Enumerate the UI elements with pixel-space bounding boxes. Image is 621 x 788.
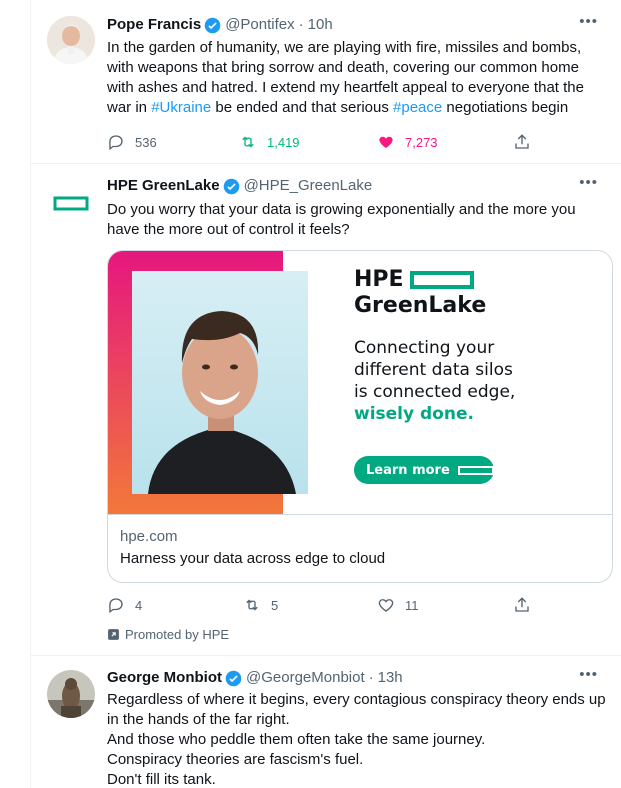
author-handle[interactable]: @Pontifex xyxy=(225,15,294,35)
ad-copy-line: different data silos xyxy=(354,360,513,380)
action-bar: 4 5 11 xyxy=(107,595,547,615)
retweet-icon xyxy=(246,599,258,611)
retweet-count: 1,419 xyxy=(267,134,300,150)
like-count: 11 xyxy=(405,597,419,613)
share-button[interactable] xyxy=(513,132,541,152)
share-button[interactable] xyxy=(513,595,541,615)
more-icon[interactable]: ••• xyxy=(579,667,598,682)
more-icon[interactable]: ••• xyxy=(579,175,598,190)
retweet-count: 5 xyxy=(271,597,279,613)
reply-count: 536 xyxy=(135,134,157,150)
ad-copy-emphasis: wisely done. xyxy=(354,404,474,424)
ad-copy-line: is connected edge, xyxy=(354,382,516,402)
avatar[interactable] xyxy=(47,16,95,64)
reply-icon xyxy=(109,135,123,151)
timeline: Pope Francis @Pontifex · 10h ••• In the … xyxy=(30,0,621,788)
tweet-pontifex[interactable]: Pope Francis @Pontifex · 10h ••• In the … xyxy=(31,0,621,164)
like-icon xyxy=(378,599,394,612)
learn-more-button[interactable]: Learn more xyxy=(354,456,494,484)
tweet-text-line: Don't fill its tank. xyxy=(107,771,216,788)
rectangle-icon xyxy=(457,465,494,475)
promoted-label: Promoted by HPE xyxy=(107,627,229,642)
tweet-text-line: And those who peddle them often take the… xyxy=(107,731,486,748)
retweet-button[interactable]: 1,419 xyxy=(239,132,300,152)
avatar[interactable] xyxy=(47,670,95,718)
card-meta: hpe.com Harness your data across edge to… xyxy=(108,514,612,581)
more-icon[interactable]: ••• xyxy=(579,14,598,29)
ad-copy: Connecting your different data silos is … xyxy=(354,337,515,425)
tweet-hpe-greenlake[interactable]: HPE GreenLake @HPE_GreenLake ••• Do you … xyxy=(31,164,621,656)
share-icon xyxy=(515,134,529,149)
avatar[interactable] xyxy=(47,180,95,228)
tweet-george-monbiot[interactable]: George Monbiot @GeorgeMonbiot · 13h ••• … xyxy=(31,656,621,788)
like-count: 7,273 xyxy=(405,134,438,150)
retweet-icon xyxy=(242,136,254,148)
tweet-text: Do you worry that your data is growing e… xyxy=(107,201,576,238)
verified-icon xyxy=(223,178,239,194)
learn-more-label: Learn more xyxy=(366,462,450,478)
reply-count: 4 xyxy=(135,597,143,613)
separator: · xyxy=(368,669,374,686)
author-handle[interactable]: @GeorgeMonbiot xyxy=(246,668,365,688)
ad-creative: HPE GreenLake Connecting your different … xyxy=(108,251,612,514)
author-handle[interactable]: @HPE_GreenLake xyxy=(244,176,373,196)
like-button[interactable]: 11 xyxy=(377,595,419,615)
tweet-text-line: Regardless of where it begins, every con… xyxy=(107,691,606,728)
ad-copy-line: Connecting your xyxy=(354,338,495,358)
author-name[interactable]: Pope Francis xyxy=(107,15,201,35)
hpe-logo: HPE GreenLake xyxy=(354,267,486,319)
share-icon xyxy=(515,597,529,612)
logo-line: GreenLake xyxy=(354,293,487,318)
card-title: Harness your data across edge to cloud xyxy=(120,550,386,567)
retweet-button[interactable]: 5 xyxy=(243,595,278,615)
logo-line: HPE xyxy=(354,267,404,292)
separator: · xyxy=(298,16,304,33)
like-button[interactable]: 7,273 xyxy=(377,132,438,152)
hashtag-link[interactable]: #peace xyxy=(393,99,442,116)
tweet-text-part: be ended and that serious xyxy=(211,99,394,116)
promoted-icon xyxy=(108,629,119,640)
action-bar: 536 1,419 7,273 xyxy=(107,132,547,152)
author-name[interactable]: HPE GreenLake xyxy=(107,176,220,196)
promoted-text: Promoted by HPE xyxy=(125,627,230,642)
verified-icon xyxy=(225,670,242,686)
card-domain: hpe.com xyxy=(120,528,178,545)
hashtag-link[interactable]: #Ukraine xyxy=(151,99,211,116)
author-name[interactable]: George Monbiot xyxy=(107,668,222,688)
tweet-text: In the garden of humanity, we are playin… xyxy=(107,38,608,118)
tweet-text: Regardless of where it begins, every con… xyxy=(107,690,608,788)
reply-button[interactable]: 4 xyxy=(107,595,142,615)
tweet-text-part: negotiations begin xyxy=(442,99,569,116)
timestamp[interactable]: 13h xyxy=(378,668,403,688)
tweet-text-line: Conspiracy theories are fascism's fuel. xyxy=(107,751,364,768)
reply-button[interactable]: 536 xyxy=(107,132,157,152)
link-card[interactable]: HPE GreenLake Connecting your different … xyxy=(107,250,613,583)
reply-icon xyxy=(109,598,123,614)
verified-icon xyxy=(204,17,221,33)
like-icon xyxy=(379,136,393,148)
timestamp[interactable]: 10h xyxy=(308,15,333,35)
